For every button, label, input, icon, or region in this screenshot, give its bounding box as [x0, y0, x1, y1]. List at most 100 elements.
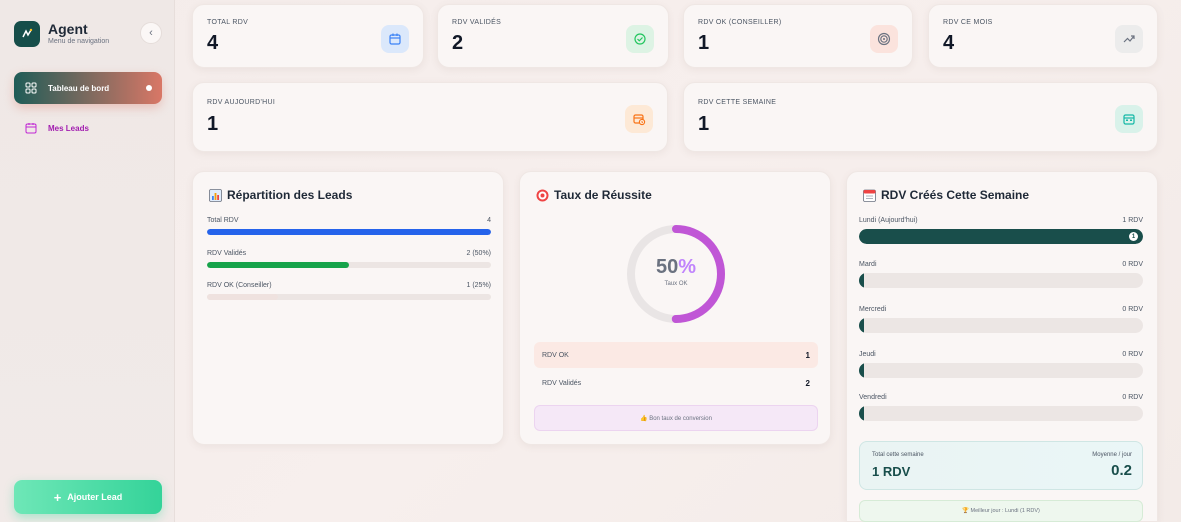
brand: Agent Menu de navigation ‹ — [14, 14, 162, 54]
semaine-panel: RDV Créés Cette Semaine Lundi (Aujourd'h… — [846, 171, 1158, 522]
donut-percent-number: 50 — [655, 256, 679, 278]
day-track — [859, 363, 1143, 378]
repartition-title: Répartition des Leads — [227, 188, 353, 202]
panel-title: Répartition des Leads — [209, 188, 352, 202]
bar-track — [207, 294, 491, 300]
brand-logo-icon — [14, 21, 40, 47]
week-day-row: Vendredi 0 RDV — [859, 394, 1143, 421]
day-track — [859, 406, 1143, 421]
day-fill-empty — [859, 273, 864, 288]
day-label: Vendredi — [859, 394, 887, 401]
day-value: 0 RDV — [1122, 261, 1143, 268]
trending-up-icon — [1115, 25, 1143, 53]
stat-label: RDV CETTE SEMAINE — [698, 99, 777, 106]
active-indicator — [146, 85, 152, 91]
donut-percent: 50% — [624, 256, 728, 279]
week-day-row: Mardi 0 RDV — [859, 261, 1143, 288]
week-summary: Total cette semaine 1 RDV Moyenne / jour… — [859, 441, 1143, 490]
calendar-icon — [381, 25, 409, 53]
bar-label: Total RDV — [207, 217, 239, 224]
total-week-label: Total cette semaine — [872, 452, 924, 458]
day-label: Mercredi — [859, 306, 887, 313]
day-fill — [859, 229, 1143, 244]
panel-title: RDV Créés Cette Semaine — [863, 188, 1029, 202]
brand-title: Agent — [48, 20, 88, 37]
stat-card-rdv-cette-semaine: RDV CETTE SEMAINE 1 — [683, 82, 1158, 152]
plus-icon: + — [53, 489, 62, 505]
sidebar-item-dashboard[interactable]: Tableau de bord — [14, 72, 162, 104]
stat-label: RDV OK (CONSEILLER) — [698, 19, 782, 26]
check-circle-icon — [626, 25, 654, 53]
chevron-left-icon: ‹ — [149, 27, 153, 39]
day-track: 1 — [859, 229, 1143, 244]
kv-value: 2 — [805, 378, 810, 388]
day-count-badge: 1 — [1129, 232, 1138, 241]
bar-fill — [207, 262, 349, 268]
avg-day-label: Moyenne / jour — [1092, 452, 1132, 458]
day-fill-empty — [859, 318, 864, 333]
add-lead-button[interactable]: + Ajouter Lead — [14, 480, 162, 514]
avg-day-value: 0.2 — [1111, 462, 1132, 479]
taux-title: Taux de Réussite — [554, 188, 652, 202]
stat-card-rdv-ok: RDV OK (CONSEILLER) 1 — [683, 4, 913, 68]
stat-label: RDV CE MOIS — [943, 19, 993, 26]
best-day-note: 🏆 Meilleur jour : Lundi (1 RDV) — [859, 500, 1143, 522]
stat-value: 1 — [207, 113, 219, 135]
stat-card-rdv-aujourdhui: RDV AUJOURD'HUI 1 — [192, 82, 668, 152]
kv-value: 1 — [805, 350, 810, 360]
stat-label: RDV AUJOURD'HUI — [207, 99, 276, 106]
repartition-row: RDV Validés 2 (50%) — [207, 250, 491, 268]
day-fill-empty — [859, 406, 864, 421]
calendar-clock-icon — [625, 105, 653, 133]
stat-value: 4 — [943, 32, 955, 54]
kv-label: RDV Validés — [542, 379, 582, 387]
day-track — [859, 273, 1143, 288]
sidebar-item-leads[interactable]: Mes Leads — [14, 112, 162, 144]
sidebar-item-label: Tableau de bord — [48, 83, 110, 93]
sidebar: Agent Menu de navigation ‹ Tableau de bo… — [0, 0, 175, 522]
taux-row-rdv-ok: RDV OK 1 — [534, 342, 818, 368]
taux-row-rdv-valides: RDV Validés 2 — [534, 370, 818, 396]
stat-label: RDV VALIDÉS — [452, 19, 502, 26]
week-day-row: Lundi (Aujourd'hui) 1 RDV 1 — [859, 217, 1143, 244]
repartition-row: Total RDV 4 — [207, 217, 491, 235]
stat-value: 1 — [698, 113, 710, 135]
target-icon — [536, 189, 549, 202]
calendar-week-icon — [1115, 105, 1143, 133]
total-week-value: 1 RDV — [872, 464, 911, 479]
repartition-panel: Répartition des Leads Total RDV 4 RDV Vali… — [192, 171, 504, 445]
bar-label: RDV OK (Conseiller) — [207, 282, 272, 289]
bar-track — [207, 229, 491, 235]
stat-card-rdv-valides: RDV VALIDÉS 2 — [437, 4, 669, 68]
stat-label: TOTAL RDV — [207, 19, 249, 26]
bar-value: 1 (25%) — [466, 282, 491, 289]
taux-panel: Taux de Réussite 50% Taux OK RDV OK 1 RD… — [519, 171, 831, 445]
repartition-row: RDV OK (Conseiller) 1 (25%) — [207, 282, 491, 300]
day-track — [859, 318, 1143, 333]
dashboard-grid-icon — [24, 81, 38, 95]
success-donut: 50% Taux OK — [624, 222, 728, 326]
donut-sublabel: Taux OK — [664, 281, 688, 287]
day-value: 0 RDV — [1122, 351, 1143, 358]
target-icon — [870, 25, 898, 53]
day-value: 1 RDV — [1122, 217, 1143, 224]
calendar-icon — [863, 189, 876, 202]
bar-label: RDV Validés — [207, 250, 247, 257]
kv-label: RDV OK — [542, 351, 569, 359]
stat-value: 4 — [207, 32, 219, 54]
stat-card-rdv-ce-mois: RDV CE MOIS 4 — [928, 4, 1158, 68]
bar-value: 2 (50%) — [466, 250, 491, 257]
day-label: Lundi (Aujourd'hui) — [859, 217, 918, 224]
sidebar-item-label: Mes Leads — [48, 123, 89, 133]
week-day-row: Jeudi 0 RDV — [859, 351, 1143, 378]
day-fill-empty — [859, 363, 864, 378]
bar-chart-icon — [209, 188, 222, 202]
day-label: Mardi — [859, 261, 877, 268]
semaine-title: RDV Créés Cette Semaine — [881, 188, 1030, 202]
bar-fill — [207, 294, 278, 300]
panel-title: Taux de Réussite — [536, 188, 652, 202]
bar-fill — [207, 229, 491, 235]
day-value: 0 RDV — [1122, 306, 1143, 313]
collapse-sidebar-button[interactable]: ‹ — [140, 22, 162, 44]
conversion-tip: 👍 Bon taux de conversion — [534, 405, 818, 431]
